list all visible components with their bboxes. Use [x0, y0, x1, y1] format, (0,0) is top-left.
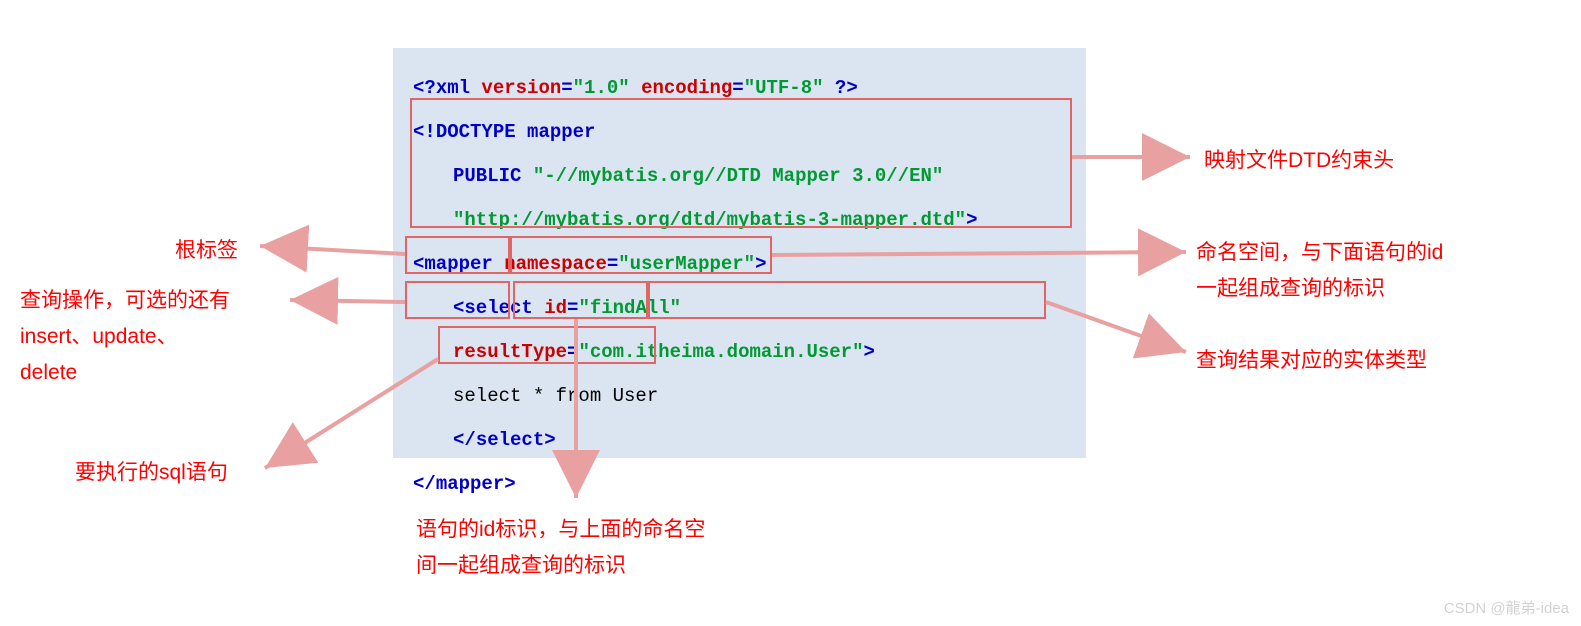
- t: =: [607, 253, 618, 275]
- code-line-2: <!DOCTYPE mapper: [413, 110, 1066, 154]
- t: ?>: [824, 77, 858, 99]
- code-line-4: "http://mybatis.org/dtd/mybatis-3-mapper…: [413, 198, 1066, 242]
- annotation-dtd: 映射文件DTD约束头: [1204, 143, 1394, 179]
- t: 语句的id标识，与上面的命名空: [416, 518, 705, 541]
- t: delete: [20, 361, 77, 384]
- t: =: [567, 341, 578, 363]
- code-line-8: </select>: [413, 418, 1066, 462]
- t: 查询操作，可选的还有: [20, 289, 230, 312]
- annotation-stmt-id: 语句的id标识，与上面的命名空 间一起组成查询的标识: [416, 512, 705, 584]
- annotation-namespace: 命名空间，与下面语句的id 一起组成查询的标识: [1196, 235, 1443, 307]
- t: =: [732, 77, 743, 99]
- t: PUBLIC: [453, 165, 521, 187]
- code-panel: <?xml version="1.0" encoding="UTF-8" ?> …: [393, 48, 1086, 458]
- t: "UTF-8": [744, 77, 824, 99]
- t: mapper: [516, 121, 596, 143]
- t: <: [453, 297, 464, 319]
- t: DOCTYPE: [436, 121, 516, 143]
- t: mapper: [436, 473, 504, 495]
- code-line-6: <select id="findAll" resultType="com.ith…: [413, 286, 1066, 374]
- t: =: [561, 77, 572, 99]
- t: >: [544, 429, 555, 451]
- t: "com.itheima.domain.User": [578, 341, 863, 363]
- annotation-query-op: 查询操作，可选的还有 insert、update、 delete: [20, 283, 230, 391]
- annotation-result-type: 查询结果对应的实体类型: [1196, 343, 1427, 379]
- t: mapper: [424, 253, 492, 275]
- annotation-root-tag: 根标签: [175, 233, 238, 269]
- t: select: [476, 429, 544, 451]
- t: encoding: [630, 77, 733, 99]
- t: 一起组成查询的标识: [1196, 277, 1385, 300]
- t: 间一起组成查询的标识: [416, 554, 626, 577]
- t: "1.0": [573, 77, 630, 99]
- t: select: [464, 297, 532, 319]
- t: "findAll": [578, 297, 681, 319]
- code-line-5: <mapper namespace="userMapper">: [413, 242, 1066, 286]
- code-line-9: </mapper>: [413, 462, 1066, 506]
- t: id: [533, 297, 567, 319]
- t: =: [567, 297, 578, 319]
- t: >: [863, 341, 874, 363]
- t: </: [413, 473, 436, 495]
- t: namespace: [493, 253, 607, 275]
- t: "-//mybatis.org//DTD Mapper 3.0//EN": [521, 165, 943, 187]
- t: 命名空间，与下面语句的id: [1196, 241, 1443, 264]
- t: >: [504, 473, 515, 495]
- t: version: [470, 77, 561, 99]
- watermark: CSDN @龍弟-idea: [1444, 597, 1569, 618]
- code-line-1: <?xml version="1.0" encoding="UTF-8" ?>: [413, 66, 1066, 110]
- arrow-select: [290, 300, 405, 302]
- t: >: [755, 253, 766, 275]
- t: >: [966, 209, 977, 231]
- t: "userMapper": [618, 253, 755, 275]
- t: xml: [436, 77, 470, 99]
- t: resultType: [453, 341, 567, 363]
- annotation-sql-stmt: 要执行的sql语句: [75, 455, 228, 491]
- t: </: [453, 429, 476, 451]
- t: select * from User: [453, 385, 658, 407]
- t: <?: [413, 77, 436, 99]
- code-line-7: select * from User: [413, 374, 1066, 418]
- code-line-3: PUBLIC "-//mybatis.org//DTD Mapper 3.0//…: [413, 154, 1066, 198]
- t: <!: [413, 121, 436, 143]
- arrow-root-tag: [260, 246, 405, 254]
- t: <: [413, 253, 424, 275]
- t: insert、update、: [20, 325, 178, 348]
- t: "http://mybatis.org/dtd/mybatis-3-mapper…: [453, 209, 966, 231]
